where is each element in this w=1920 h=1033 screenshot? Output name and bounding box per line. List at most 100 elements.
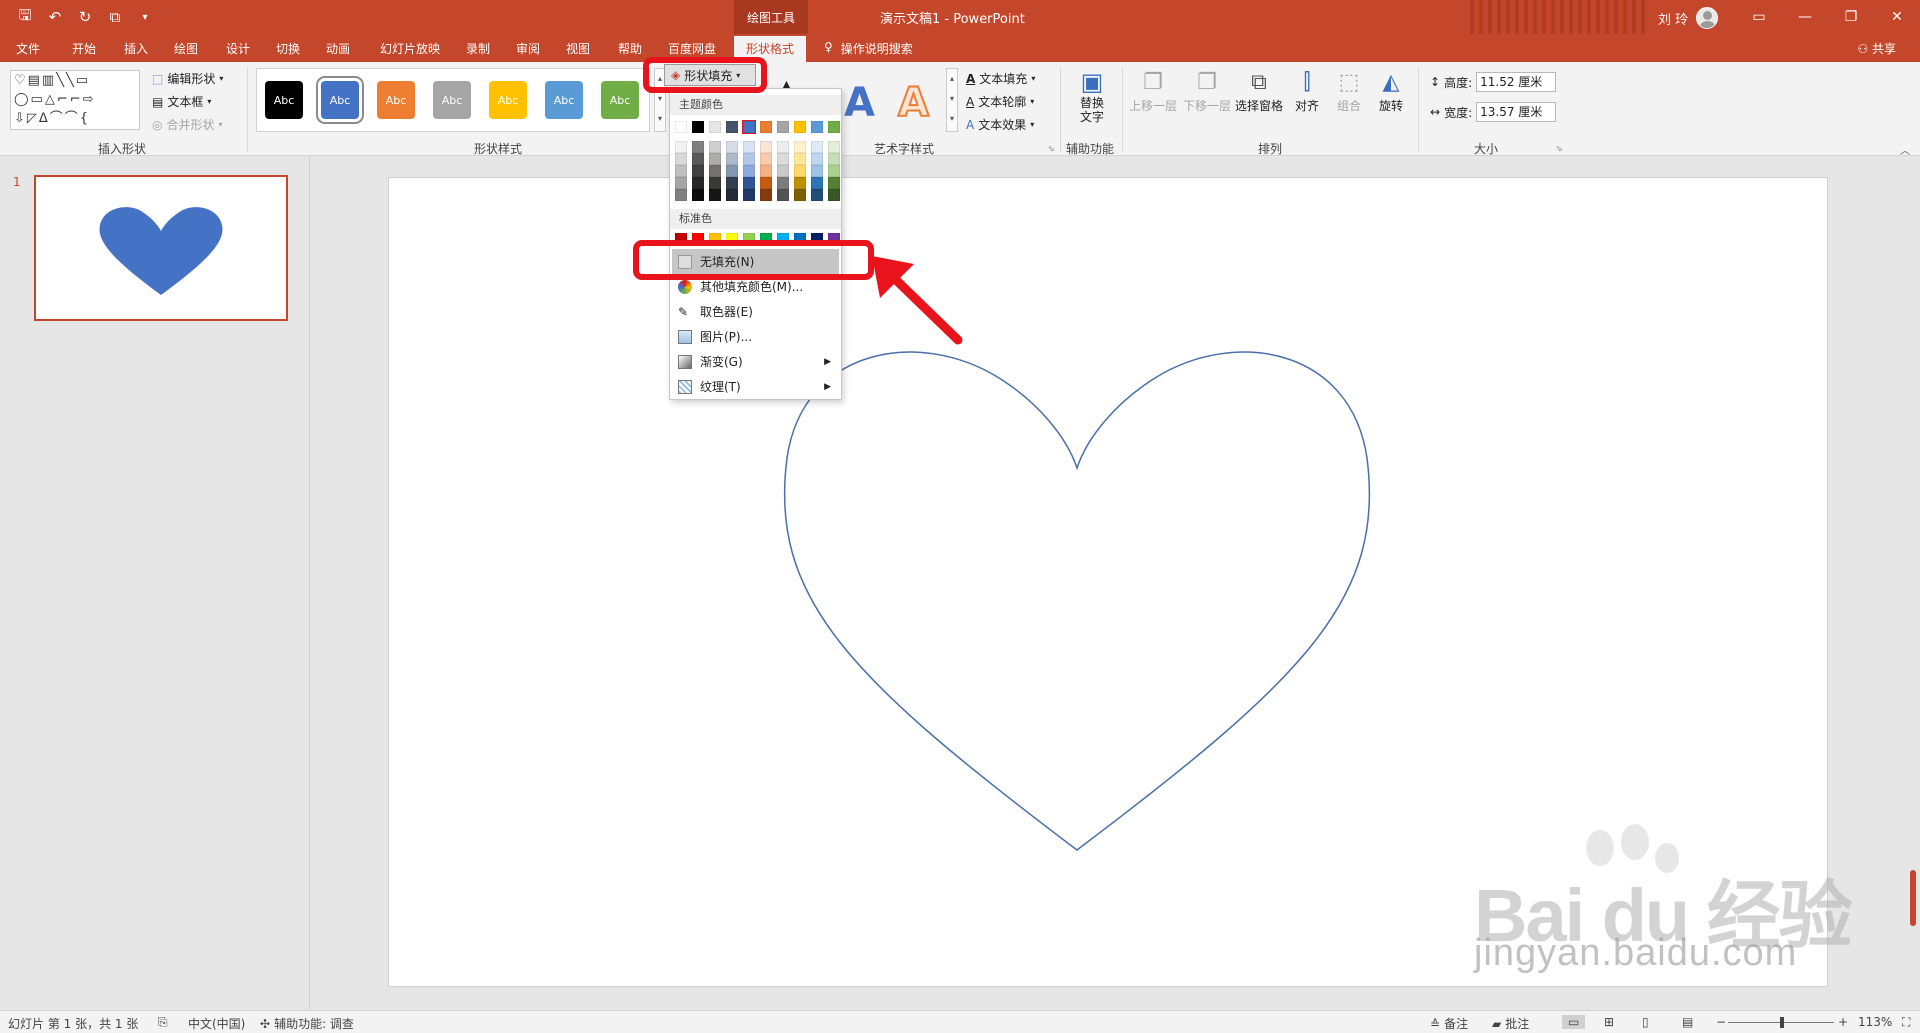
theme-shade-swatch[interactable]: [777, 165, 789, 177]
normal-view-icon[interactable]: ▭: [1562, 1015, 1586, 1029]
theme-shade-swatch[interactable]: [726, 165, 738, 177]
theme-shade-swatch[interactable]: [777, 141, 789, 153]
tab-draw[interactable]: 绘图: [174, 40, 198, 57]
slide-thumbnail[interactable]: [34, 175, 288, 321]
theme-shade-swatch[interactable]: [811, 153, 823, 165]
redo-icon[interactable]: ↻: [74, 6, 96, 28]
theme-shade-swatch[interactable]: [794, 165, 806, 177]
theme-shade-swatch[interactable]: [675, 189, 687, 201]
undo-icon[interactable]: ↶: [44, 6, 66, 28]
theme-shade-swatch[interactable]: [811, 189, 823, 201]
text-effects-button[interactable]: A 文本效果 ▾: [966, 116, 1034, 133]
merge-shapes-button[interactable]: ◎ 合并形状 ▾: [152, 116, 223, 133]
theme-shade-swatch[interactable]: [760, 165, 772, 177]
theme-shade-swatch[interactable]: [692, 141, 704, 153]
text-box-button[interactable]: ▤ 文本框 ▾: [152, 93, 211, 110]
theme-shade-swatch[interactable]: [777, 177, 789, 189]
slide-sorter-icon[interactable]: ⊞: [1604, 1015, 1614, 1029]
save-icon[interactable]: 🖫: [14, 6, 36, 28]
spellcheck-icon[interactable]: ⎘: [158, 1015, 168, 1030]
size-dialog-launcher-icon[interactable]: ⬂: [1556, 144, 1563, 153]
share-button[interactable]: ⚇ 共享: [1857, 40, 1896, 57]
theme-shade-swatch[interactable]: [709, 153, 721, 165]
eyedropper-item[interactable]: ✎ 取色器(E): [672, 299, 839, 324]
style-swatch[interactable]: Abc: [316, 76, 364, 124]
align-button[interactable]: ⫿ 对齐: [1292, 70, 1322, 114]
style-swatch[interactable]: Abc: [545, 81, 583, 119]
texture-fill-item[interactable]: 纹理(T) ▶: [672, 374, 839, 399]
theme-shade-swatch[interactable]: [811, 177, 823, 189]
user-account[interactable]: 刘 玲: [1658, 7, 1719, 29]
theme-shade-swatch[interactable]: [794, 141, 806, 153]
tab-slideshow[interactable]: 幻灯片放映: [380, 40, 440, 57]
wordart-preview-blue[interactable]: A: [844, 80, 875, 126]
rotate-button[interactable]: ◭ 旋转: [1376, 70, 1406, 114]
theme-shade-swatch[interactable]: [760, 189, 772, 201]
slideshow-view-icon[interactable]: ▤: [1682, 1015, 1693, 1029]
alt-text-button[interactable]: ▣ 替换 文字: [1074, 68, 1110, 124]
theme-shade-swatch[interactable]: [692, 177, 704, 189]
tab-baidu-netdisk[interactable]: 百度网盘: [668, 40, 716, 57]
tab-transitions[interactable]: 切换: [276, 40, 300, 57]
ribbon-display-icon[interactable]: ▭: [1736, 0, 1782, 34]
theme-shade-swatch[interactable]: [743, 177, 755, 189]
restore-icon[interactable]: ❐: [1828, 0, 1874, 34]
shape-styles-gallery[interactable]: Abc Abc Abc Abc Abc Abc Abc: [256, 68, 650, 132]
avatar[interactable]: [1696, 7, 1719, 29]
theme-shade-swatch[interactable]: [675, 177, 687, 189]
language-indicator[interactable]: 中文(中国): [188, 1015, 245, 1032]
theme-shade-swatch[interactable]: [726, 189, 738, 201]
theme-color-swatch[interactable]: [742, 120, 756, 134]
theme-shade-swatch[interactable]: [794, 153, 806, 165]
theme-color-swatch[interactable]: [692, 121, 704, 133]
tab-animations[interactable]: 动画: [326, 40, 350, 57]
theme-shade-swatch[interactable]: [828, 189, 840, 201]
style-swatch[interactable]: Abc: [433, 81, 471, 119]
theme-color-swatch[interactable]: [794, 121, 806, 133]
theme-shade-swatch[interactable]: [828, 153, 840, 165]
width-input[interactable]: 13.57 厘米: [1476, 102, 1557, 122]
theme-color-swatch[interactable]: [726, 121, 738, 133]
theme-shade-swatch[interactable]: [794, 189, 806, 201]
tell-me-search[interactable]: ♀ 操作说明搜索: [824, 40, 913, 57]
height-input[interactable]: 11.52 厘米: [1476, 72, 1557, 92]
theme-shade-swatch[interactable]: [760, 177, 772, 189]
minimize-icon[interactable]: —: [1782, 0, 1828, 34]
theme-shade-swatch[interactable]: [692, 165, 704, 177]
theme-shade-swatch[interactable]: [828, 177, 840, 189]
text-fill-button[interactable]: A 文本填充 ▾: [966, 70, 1035, 87]
theme-shade-swatch[interactable]: [760, 153, 772, 165]
tab-help[interactable]: 帮助: [618, 40, 642, 57]
style-swatch[interactable]: Abc: [489, 81, 527, 119]
picture-fill-item[interactable]: 图片(P)...: [672, 324, 839, 349]
theme-shade-swatch[interactable]: [743, 189, 755, 201]
group-button[interactable]: ⬚ 组合: [1334, 70, 1364, 114]
zoom-in-icon[interactable]: +: [1838, 1015, 1848, 1029]
theme-shade-swatch[interactable]: [743, 165, 755, 177]
theme-shade-swatch[interactable]: [794, 177, 806, 189]
tab-review[interactable]: 审阅: [516, 40, 540, 57]
vertical-scrollbar[interactable]: [1910, 870, 1916, 926]
theme-shade-swatch[interactable]: [692, 189, 704, 201]
text-outline-button[interactable]: A 文本轮廓 ▾: [966, 93, 1034, 110]
theme-shade-swatch[interactable]: [760, 141, 772, 153]
theme-color-swatch[interactable]: [828, 121, 840, 133]
theme-shade-swatch[interactable]: [811, 141, 823, 153]
theme-shade-swatch[interactable]: [726, 177, 738, 189]
style-swatch[interactable]: Abc: [265, 81, 303, 119]
accessibility-status[interactable]: ✣ 辅助功能: 调查: [260, 1015, 354, 1032]
tab-file[interactable]: 文件: [16, 40, 40, 57]
theme-color-swatch[interactable]: [760, 121, 772, 133]
style-swatch[interactable]: Abc: [377, 81, 415, 119]
present-icon[interactable]: ⧉: [104, 6, 126, 28]
wordart-gallery-scroll[interactable]: ▴ ▾ ▾: [946, 68, 958, 132]
reading-view-icon[interactable]: ▯: [1642, 1015, 1649, 1029]
theme-shade-swatch[interactable]: [692, 153, 704, 165]
dialog-launcher-icon[interactable]: ⬂: [1048, 144, 1055, 153]
theme-color-swatch[interactable]: [777, 121, 789, 133]
comments-button[interactable]: ▰ 批注: [1492, 1015, 1529, 1032]
selection-pane-button[interactable]: ⧉ 选择窗格: [1234, 70, 1284, 114]
tab-view[interactable]: 视图: [566, 40, 590, 57]
tab-record[interactable]: 录制: [466, 40, 490, 57]
zoom-slider-thumb[interactable]: [1780, 1017, 1784, 1028]
